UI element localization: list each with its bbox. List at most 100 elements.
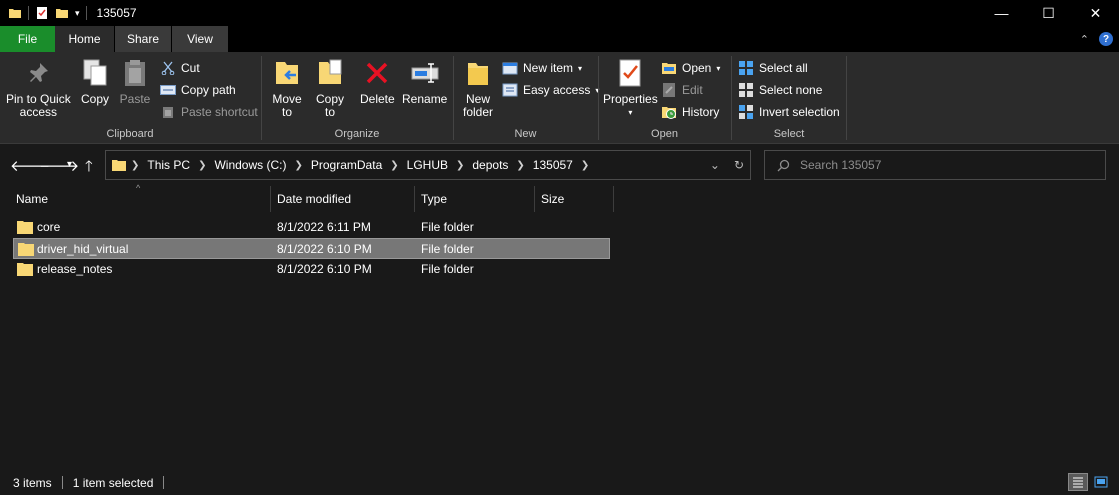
- new-item-label: New item: [523, 61, 574, 75]
- paste-label: Paste: [119, 92, 151, 106]
- select-group: Select all Select none Invert selection …: [732, 52, 846, 144]
- history-icon: [662, 107, 676, 119]
- tab-file[interactable]: File: [0, 26, 55, 52]
- column-name[interactable]: Name: [10, 186, 271, 212]
- breadcrumb-programdata[interactable]: ProgramData: [311, 158, 382, 172]
- breadcrumb-separator-icon[interactable]: ❯: [390, 160, 398, 171]
- open-button[interactable]: Open ▾: [661, 60, 720, 76]
- file-date: 8/1/2022 6:10 PM: [277, 242, 372, 256]
- new-item-button[interactable]: New item ▾: [502, 60, 582, 76]
- minimize-button[interactable]: —: [978, 0, 1025, 26]
- select-none-button[interactable]: Select none: [738, 82, 822, 98]
- close-button[interactable]: ✕: [1072, 0, 1119, 26]
- breadcrumb-windows-c[interactable]: Windows (C:): [214, 158, 286, 172]
- new-group-label: New: [514, 128, 537, 140]
- new-folder-button[interactable]: New folder: [461, 56, 495, 119]
- column-date-modified[interactable]: Date modified: [271, 186, 415, 212]
- organize-group: Move to Copy to Delete Rename Organize: [262, 52, 452, 144]
- column-type[interactable]: Type: [415, 186, 535, 212]
- folder-icon: [17, 221, 33, 234]
- properties-icon[interactable]: [35, 6, 49, 20]
- search-box[interactable]: Search 135057: [764, 150, 1106, 180]
- breadcrumb-separator-icon[interactable]: ❯: [581, 160, 589, 171]
- tab-home[interactable]: Home: [55, 26, 114, 52]
- rename-button[interactable]: Rename: [402, 56, 447, 106]
- new-folder-icon[interactable]: [55, 6, 69, 20]
- properties-button[interactable]: Properties ▾: [603, 56, 658, 119]
- status-bar: 3 items 1 item selected: [0, 470, 1119, 495]
- copy-path-icon: [160, 85, 176, 95]
- breadcrumb-separator-icon[interactable]: ❯: [131, 160, 139, 171]
- paste-shortcut-button[interactable]: Paste shortcut: [160, 104, 258, 120]
- table-row[interactable]: release_notes 8/1/2022 6:10 PM File fold…: [13, 259, 610, 280]
- forward-arrow-icon[interactable]: 🡒: [39, 156, 79, 175]
- easy-access-icon: [502, 83, 518, 97]
- pin-to-quick-access-button[interactable]: Pin to Quick access: [6, 56, 71, 119]
- properties-icon: [619, 59, 641, 87]
- invert-selection-label: Invert selection: [759, 105, 840, 119]
- breadcrumb-depots[interactable]: depots: [472, 158, 508, 172]
- folder-icon: [112, 160, 126, 171]
- copy-icon: [83, 59, 107, 86]
- copy-to-label-2: to: [324, 105, 335, 119]
- recent-locations-icon[interactable]: ▾: [67, 159, 72, 170]
- customize-toolbar-icon[interactable]: ▾: [75, 8, 80, 19]
- select-none-icon: [739, 83, 753, 97]
- move-to-button[interactable]: Move to: [270, 56, 304, 119]
- address-history-icon[interactable]: ⌄: [710, 158, 720, 172]
- title-bar: ▾ 135057 — ☐ ✕: [0, 0, 1119, 26]
- file-type: File folder: [421, 220, 474, 234]
- up-arrow-icon[interactable]: 🡑: [85, 156, 93, 181]
- tab-view[interactable]: View: [171, 26, 228, 52]
- breadcrumb-current[interactable]: 135057: [533, 158, 573, 172]
- copy-to-button[interactable]: Copy to: [313, 56, 347, 119]
- breadcrumb-separator-icon[interactable]: ❯: [516, 160, 524, 171]
- delete-button[interactable]: Delete: [360, 56, 395, 106]
- file-type: File folder: [421, 242, 474, 256]
- paste-shortcut-icon: [163, 107, 173, 118]
- pin-icon: [30, 63, 49, 82]
- address-bar[interactable]: ❯ This PC ❯ Windows (C:) ❯ ProgramData ❯…: [105, 150, 751, 180]
- collapse-ribbon-icon[interactable]: ⌃: [1080, 33, 1089, 46]
- history-button[interactable]: History: [661, 104, 719, 120]
- help-icon[interactable]: ?: [1099, 32, 1113, 46]
- dropdown-arrow-icon: ▾: [578, 63, 583, 73]
- easy-access-button[interactable]: Easy access ▾: [502, 82, 599, 98]
- search-input[interactable]: Search 135057: [800, 158, 881, 172]
- organize-group-label: Organize: [334, 128, 380, 140]
- breadcrumb-separator-icon[interactable]: ❯: [198, 160, 206, 171]
- file-name: core: [37, 220, 61, 234]
- breadcrumb-separator-icon[interactable]: ❯: [456, 160, 464, 171]
- scissors-icon: [161, 61, 175, 75]
- new-item-icon: [502, 62, 518, 75]
- open-group-label: Open: [651, 128, 678, 140]
- breadcrumb-this-pc[interactable]: This PC: [147, 158, 190, 172]
- table-row-selected[interactable]: driver_hid_virtual 8/1/2022 6:10 PM File…: [13, 238, 610, 259]
- cut-button[interactable]: Cut: [160, 60, 200, 76]
- details-view-button[interactable]: [1068, 473, 1088, 491]
- select-all-button[interactable]: Select all: [738, 60, 808, 76]
- invert-selection-button[interactable]: Invert selection: [738, 104, 840, 120]
- large-icons-view-icon: [1094, 476, 1108, 488]
- rename-label: Rename: [402, 92, 448, 106]
- large-icons-view-button[interactable]: [1091, 473, 1111, 491]
- column-size[interactable]: Size: [535, 186, 614, 212]
- tab-share[interactable]: Share: [114, 26, 171, 52]
- copy-path-button[interactable]: Copy path: [160, 82, 236, 98]
- copy-button[interactable]: Copy: [78, 56, 112, 106]
- cut-label: Cut: [181, 61, 200, 75]
- paste-button[interactable]: Paste: [118, 56, 152, 106]
- folder-icon[interactable]: [8, 6, 22, 20]
- breadcrumb-lghub[interactable]: LGHUB: [407, 158, 448, 172]
- maximize-button[interactable]: ☐: [1025, 0, 1072, 26]
- delete-label: Delete: [360, 92, 395, 106]
- history-label: History: [682, 105, 720, 119]
- file-date: 8/1/2022 6:10 PM: [277, 262, 372, 276]
- move-to-icon: [276, 62, 298, 84]
- navigation-bar: 🡐 🡒 ▾ 🡑 ❯ This PC ❯ Windows (C:) ❯ Progr…: [0, 145, 1119, 185]
- breadcrumb-separator-icon[interactable]: ❯: [294, 160, 302, 171]
- select-none-label: Select none: [759, 83, 823, 97]
- refresh-icon[interactable]: ↻: [734, 158, 744, 172]
- edit-button[interactable]: Edit: [661, 82, 703, 98]
- table-row[interactable]: core 8/1/2022 6:11 PM File folder: [13, 217, 610, 238]
